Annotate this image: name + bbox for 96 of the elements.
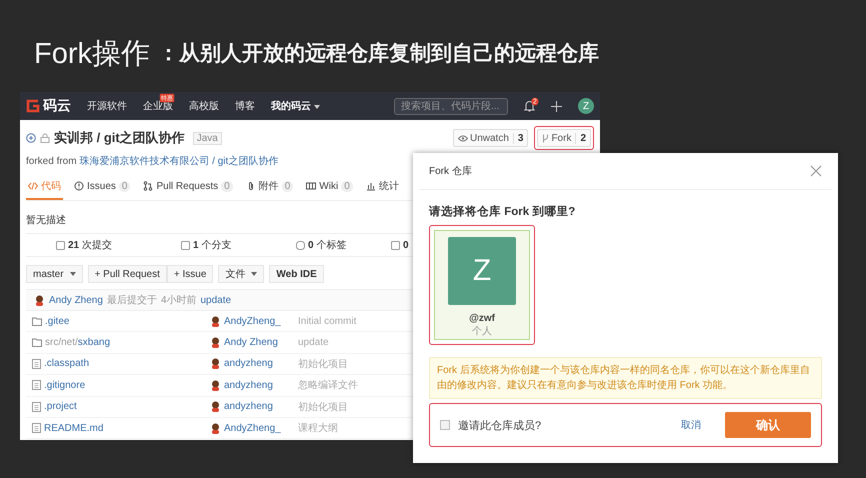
dialog-question: 请选择将仓库 Fork 到哪里? <box>429 204 576 219</box>
web-ide-button[interactable]: Web IDE <box>269 265 324 283</box>
search-field[interactable]: 搜索项目、代码片段... <box>394 98 508 114</box>
file-author[interactable]: andyzheng <box>224 401 290 412</box>
info-icon <box>74 181 84 191</box>
commit-message[interactable]: update <box>200 294 232 306</box>
file-name[interactable]: .project <box>44 401 77 412</box>
file-name[interactable]: .classpath <box>44 358 90 370</box>
file-author[interactable]: AndyZheng_ <box>224 316 290 327</box>
watch-button[interactable]: Unwatch 3 <box>452 129 528 147</box>
logo-text: 码云 <box>43 97 71 115</box>
close-button[interactable] <box>810 165 822 177</box>
bar-chart-icon <box>366 181 376 191</box>
file-author[interactable]: andyzheng <box>224 358 290 370</box>
count-badge: 0 <box>221 180 233 192</box>
source-repo-link[interactable]: 珠海爱浦京软件技术有限公司 / git之团队协作 <box>79 156 278 167</box>
stat-icon <box>296 240 305 250</box>
file-author[interactable]: AndyZheng_ <box>224 422 290 434</box>
slide-title: Fork操作 <box>34 37 150 71</box>
stat-link[interactable]: 1 个分支 <box>193 238 232 252</box>
avatar-icon <box>210 401 221 412</box>
folder-icon <box>32 316 42 326</box>
slide-subtitle: ：从别人开放的远程仓库复制到自己的远程仓库 <box>158 40 599 67</box>
avatar-icon <box>210 358 221 370</box>
dialog-title: Fork 仓库 <box>429 164 472 178</box>
stat-icon <box>391 240 400 250</box>
commit-time: 4小时前 <box>160 294 196 307</box>
file-commit-message: 忽略编译文件 <box>298 378 358 392</box>
file-icon <box>32 380 41 390</box>
file-dropdown[interactable]: 文件 <box>218 265 264 283</box>
file-icon <box>32 402 41 412</box>
file-icon <box>32 423 41 434</box>
folder-icon <box>32 338 42 348</box>
namespace-type: 个人 <box>472 325 492 338</box>
avatar-icon <box>210 380 221 391</box>
repo-title[interactable]: 实训邦 / git之团队协作 <box>54 129 185 147</box>
avatar-icon <box>210 422 221 434</box>
file-commit-message: 初始化项目 <box>298 400 348 414</box>
file-name[interactable]: .gitee <box>45 316 70 327</box>
create-button[interactable]: + Issue <box>166 265 214 283</box>
stat-icon <box>181 240 190 250</box>
commit-author[interactable]: Andy Zheng <box>49 294 103 306</box>
fork-notice: Fork 后系统将为你创建一个与该仓库内容一样的同名仓库，你可以在这个新仓库里自由的修改内容。建议只在有意向参与改进该仓库时使用 Fork 功能。 <box>429 357 822 399</box>
plus-icon[interactable] <box>551 100 562 112</box>
repo-tab[interactable]: 附件 0 <box>244 174 296 200</box>
eye-icon <box>458 134 468 142</box>
repo-tab[interactable]: Wiki 0 <box>304 174 355 200</box>
repo-tab[interactable]: Issues 0 <box>72 174 132 200</box>
repo-icon <box>26 133 36 143</box>
file-commit-message: 初始化项目 <box>298 358 348 371</box>
caret-icon <box>251 272 258 276</box>
pull-request-icon <box>143 181 154 191</box>
avatar-icon <box>210 316 221 327</box>
file-author[interactable]: andyzheng <box>224 380 290 391</box>
branch-dropdown[interactable]: master <box>26 265 83 283</box>
language-tag: Java <box>192 132 222 144</box>
nav-link[interactable]: 博客 <box>235 99 255 113</box>
file-commit-message: 课程大纲 <box>298 422 338 436</box>
count-badge: 0 <box>341 180 353 192</box>
repo-tab[interactable]: 统计 <box>364 174 401 200</box>
invite-label: 邀请此仓库成员? <box>458 418 542 432</box>
repo-tab[interactable]: Pull Requests 0 <box>141 174 235 200</box>
create-button[interactable]: + Pull Request <box>88 265 167 283</box>
nav-menu[interactable]: 我的码云 <box>271 99 320 113</box>
file-commit-message: update <box>298 337 329 348</box>
book-icon <box>306 181 316 191</box>
avatar-icon <box>34 294 45 306</box>
lock-icon <box>40 133 50 143</box>
logo-icon <box>26 99 40 113</box>
count-badge: 0 <box>118 180 130 192</box>
count-badge: 0 <box>282 180 294 192</box>
description-text: 暂无描述 <box>26 214 67 227</box>
file-icon <box>32 358 41 369</box>
code-icon <box>28 181 38 191</box>
nav-link[interactable]: 开源软件 <box>87 99 127 113</box>
stat-link[interactable]: 0 <box>403 240 409 250</box>
target-card[interactable]: Z @zwf 个人 <box>434 230 530 340</box>
invite-checkbox[interactable] <box>440 420 450 430</box>
avatar-icon <box>210 337 221 348</box>
commit-label: 最后提交于 <box>106 294 157 307</box>
namespace-avatar: Z <box>448 237 516 305</box>
nav-link[interactable]: 高校版 <box>189 99 219 113</box>
namespace-name: @zwf <box>469 313 495 324</box>
file-author[interactable]: Andy Zheng <box>224 337 290 348</box>
file-name[interactable]: src/net/sxbang <box>45 337 110 348</box>
caret-icon <box>314 105 320 109</box>
file-name[interactable]: README.md <box>44 422 104 434</box>
stat-link[interactable]: 0 个标签 <box>308 238 346 252</box>
stat-icon <box>56 240 65 250</box>
stat-link[interactable]: 21 次提交 <box>68 238 112 252</box>
file-commit-message: Initial commit <box>298 316 356 327</box>
file-name[interactable]: .gitignore <box>44 380 86 391</box>
bell-icon[interactable] <box>524 100 535 112</box>
cancel-link[interactable]: 取消 <box>681 418 717 432</box>
fork-button[interactable]: Fork 2 <box>537 129 591 147</box>
caret-icon <box>70 272 76 276</box>
